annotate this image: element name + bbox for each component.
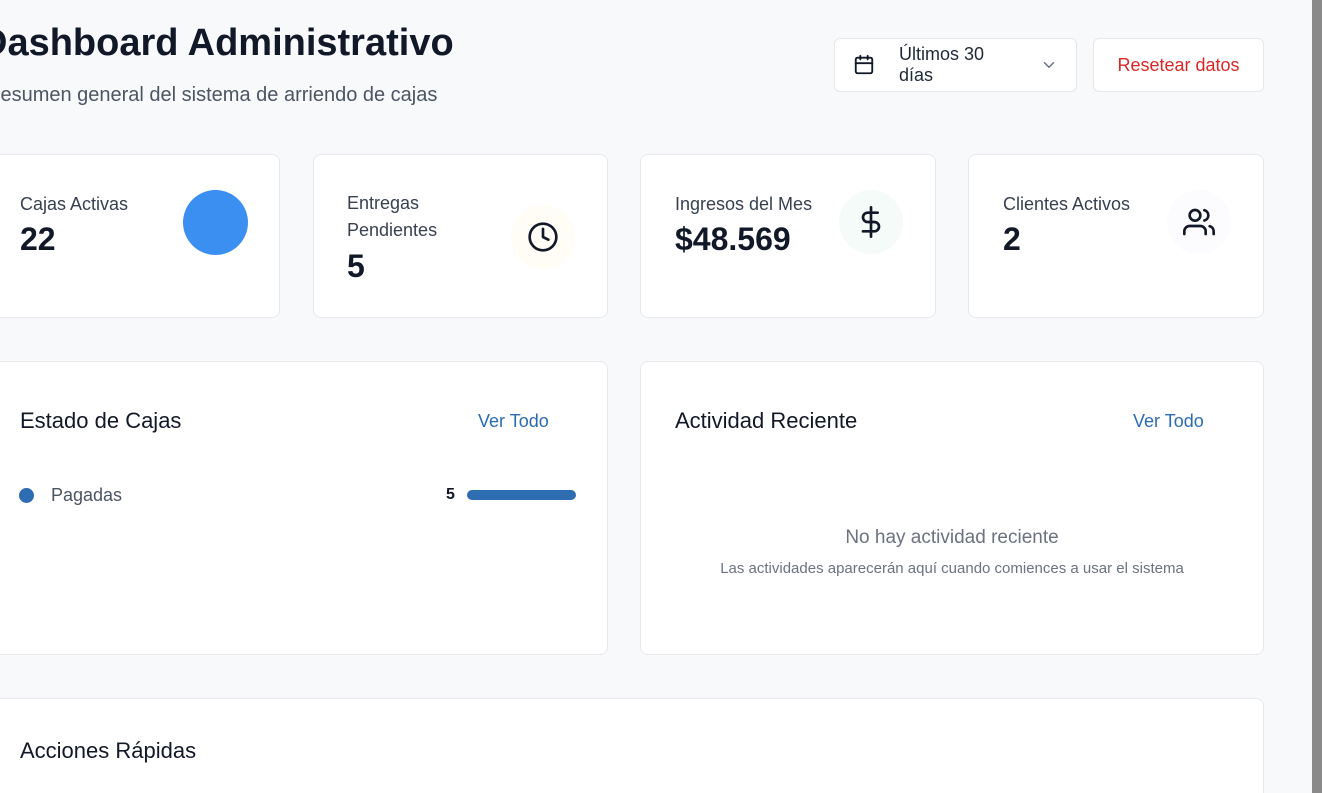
estado-cajas-panel: Estado de Cajas Ver Todo Pagadas 5: [0, 361, 608, 655]
stat-card-entregas-pendientes: Entregas Pendientes 5: [313, 154, 608, 318]
reset-data-button[interactable]: Resetear datos: [1093, 38, 1264, 92]
stat-value: 5: [347, 248, 365, 284]
users-icon: [1167, 190, 1231, 254]
stat-card-ingresos-mes: Ingresos del Mes $48.569: [640, 154, 936, 318]
stat-card-clientes-activos: Clientes Activos 2: [968, 154, 1264, 318]
status-label: Pagadas: [51, 485, 123, 505]
panel-title: Estado de Cajas: [20, 408, 182, 433]
ver-todo-link[interactable]: Ver Todo: [1133, 411, 1204, 432]
status-dot: [19, 488, 34, 503]
chevron-down-icon: [1040, 56, 1058, 74]
empty-state-subtitle: Las actividades aparecerán aquí cuando c…: [720, 560, 1184, 577]
stat-label: Ingresos del Mes: [675, 194, 813, 214]
page-title: Dashboard Administrativo: [0, 22, 454, 64]
stat-label: Entregas Pendientes: [347, 190, 437, 244]
clock-icon: [511, 205, 575, 269]
acciones-rapidas-panel: Acciones Rápidas: [0, 698, 1264, 793]
stat-label-line2: Pendientes: [347, 220, 438, 240]
dashboard-page: Dashboard Administrativo Resumen general…: [0, 0, 1312, 793]
empty-state-title: No hay actividad reciente: [845, 527, 1059, 548]
circle-icon: [183, 190, 248, 255]
stat-value: 22: [20, 221, 56, 257]
status-bar-fill: [467, 490, 576, 500]
stat-value: $48.569: [675, 221, 791, 257]
stat-value: 2: [1003, 221, 1021, 257]
panel-title: Acciones Rápidas: [20, 738, 197, 763]
stat-label: Clientes Activos: [1003, 194, 1131, 214]
date-range-select[interactable]: Últimos 30 días: [834, 38, 1077, 92]
page-subtitle: Resumen general del sistema de arriendo …: [0, 84, 438, 106]
dollar-icon: [839, 190, 903, 254]
calendar-icon: [853, 54, 875, 76]
stat-label: Cajas Activas: [20, 194, 129, 214]
status-bar-track: [467, 490, 576, 500]
ver-todo-link[interactable]: Ver Todo: [478, 411, 549, 432]
actividad-reciente-panel: Actividad Reciente Ver Todo No hay activ…: [640, 361, 1264, 655]
stat-card-cajas-activas: Cajas Activas 22: [0, 154, 280, 318]
status-count: 5: [446, 486, 455, 503]
scrollbar[interactable]: [1312, 0, 1322, 793]
panel-title: Actividad Reciente: [675, 408, 858, 433]
stat-label-line1: Entregas: [347, 193, 420, 213]
date-range-label: Últimos 30 días: [899, 44, 985, 85]
